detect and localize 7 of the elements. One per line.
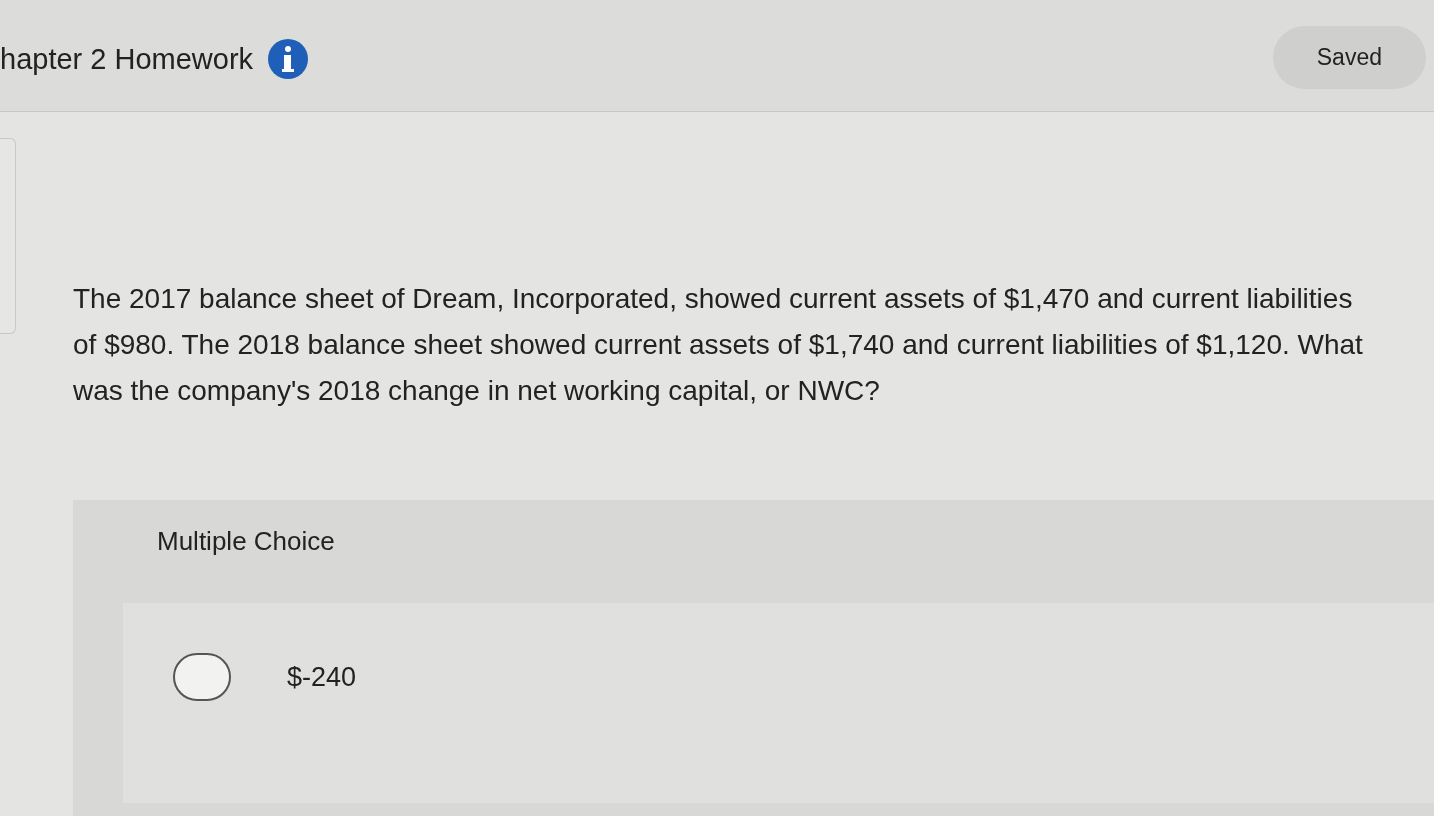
option-label[interactable]: $-240 (287, 656, 357, 698)
info-icon[interactable] (267, 38, 310, 80)
multiple-choice-label: Multiple Choice (156, 525, 336, 558)
assignment-title: hapter 2 Homework (0, 44, 254, 74)
question-text: The 2017 balance sheet of Dream, Incorporated, showed current assets of $1,470 and current liabilities of $980. The 2018 balance sheet showed current assets of $1,740 and current liabilities of $1,120. What was the company's 2018 change in net working capital, or NWC? (73, 282, 1364, 408)
saved-status: Saved (1272, 26, 1426, 89)
radio-button[interactable] (173, 653, 231, 701)
